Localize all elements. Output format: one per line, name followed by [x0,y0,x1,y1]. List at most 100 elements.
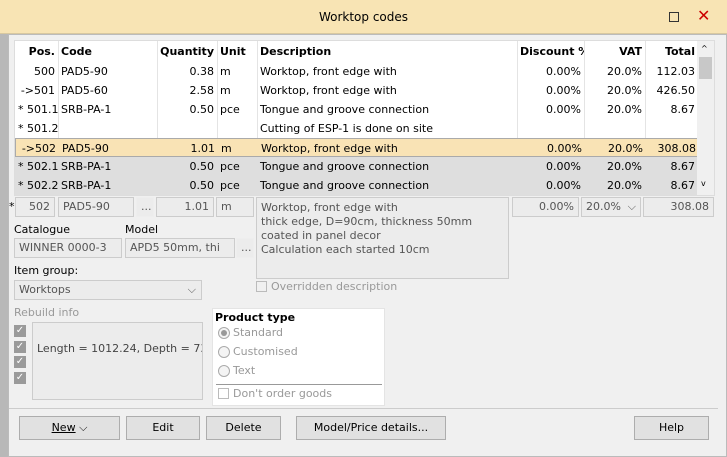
catalogue-select[interactable]: WINNER 0000-3 [14,238,122,258]
cell: PAD5-90 [61,65,108,78]
cell: 0.00% [547,142,582,155]
model-price-details-button[interactable]: Model/Price details... [296,416,446,440]
cell [217,119,257,138]
cell: Worktop, front edge with [260,65,397,78]
unit-field[interactable]: m [216,197,254,217]
cell: pce [220,160,240,173]
cell: 2.58 [189,84,215,97]
table-row[interactable]: * 502.1 SRB-PA-1 0.50 pce Tongue and groove … [15,157,698,176]
delete-button[interactable]: Delete [206,416,281,440]
window-title: Worktop codes [318,10,409,24]
vat-value: 20.0% [586,200,621,213]
catalogue-label: Catalogue [14,223,70,236]
cell [58,119,157,138]
quantity-field[interactable]: 1.01 [156,197,214,217]
dont-order-checkbox[interactable] [218,388,229,399]
button-bar [9,408,718,409]
cell: 20.0% [607,179,642,192]
rebuild-checkbox-3[interactable]: ✓ [14,356,26,368]
chevron-down-icon: ⌵ [79,421,88,434]
rebuild-label: Rebuild info [14,306,80,319]
total-field[interactable]: 308.08 [643,197,714,217]
cell: SRB-PA-1 [61,103,112,116]
cell [645,119,698,138]
cell: ->501 [20,84,55,97]
model-select[interactable]: APD5 50mm, thi [125,238,235,258]
cell: SRB-PA-1 [61,160,112,173]
table-row[interactable]: * 501.1 SRB-PA-1 0.50 pce Tongue and groove … [15,100,698,119]
discount-field[interactable]: 0.00% [512,197,579,217]
codes-grid[interactable]: Pos. Code Quantity Unit Description Discount … [14,40,715,196]
item-group-value: Worktops [19,283,71,296]
edit-button[interactable]: Edit [126,416,200,440]
help-button[interactable]: Help [634,416,709,440]
cell: * 502.2 [18,179,58,192]
rebuild-text: Length = 1012.24, Depth = 732 [37,342,203,355]
dont-order-label: Don't order goods [233,387,332,400]
overridden-label: Overridden description [271,280,398,293]
description-text: Worktop, front edge with thick edge, D=9… [261,201,473,256]
grid-scrollbar[interactable]: ^ v [697,41,714,195]
divider [216,384,382,385]
chevron-down-icon: ⌵ [627,200,636,213]
cell: Code [61,45,92,58]
cell: * 502.1 [18,160,58,173]
header-row[interactable]: Pos. Code Quantity Unit Description Discount … [15,42,698,61]
item-group-select[interactable]: Worktops ⌵ [14,280,202,300]
cell: 308.08 [657,142,697,155]
cell: * 501.1 [18,103,58,116]
customised-label: Customised [233,345,298,358]
radio-text[interactable] [218,365,230,377]
overridden-checkbox[interactable] [256,281,267,292]
cell: pce [220,179,240,192]
cell: Total [664,45,695,58]
table-row[interactable]: 500 PAD5-90 0.38 m Worktop, front edge with 0… [15,62,698,81]
cell: SRB-PA-1 [61,179,112,192]
cell: Worktop, front edge with [261,142,398,155]
rebuild-checkbox-4[interactable]: ✓ [14,372,26,384]
cell: Tongue and groove connection [260,103,430,116]
cell: Pos. [28,45,55,58]
model-lookup-button[interactable]: ... [236,238,254,258]
cell: 112.03 [656,65,696,78]
pos-field[interactable]: 502 [15,197,55,217]
catalogue-value: WINNER 0000-3 [19,241,107,254]
radio-customised[interactable] [218,346,230,358]
description-field[interactable]: Worktop, front edge with thick edge, D=9… [256,197,509,279]
cell [157,119,217,138]
cell: Cutting of ESP-1 is done on site [260,122,433,135]
rebuild-checkbox-2[interactable]: ✓ [14,341,26,353]
cell: Quantity [160,45,214,58]
table-row[interactable]: * 502.2 SRB-PA-1 0.50 pce Tongue and groove … [15,176,698,195]
left-border [0,34,8,457]
cell: 20.0% [607,103,642,116]
close-icon[interactable]: ✕ [697,6,710,25]
code-field[interactable]: PAD5-90 [58,197,134,217]
rebuild-info-box: Length = 1012.24, Depth = 732 [32,322,203,400]
cell: m [220,65,231,78]
cell: 20.0% [607,65,642,78]
cell: PAD5-60 [61,84,108,97]
cell: * 501.2 [18,122,58,135]
cell: 0.50 [189,160,215,173]
cell: Discount % [520,45,584,58]
cell: 0.00% [546,179,581,192]
cell: Description [260,45,332,58]
vat-select[interactable]: 20.0% ⌵ [581,197,641,217]
table-row[interactable]: * 501.2 Cutting of ESP-1 is done on site [15,119,698,138]
cell: 0.00% [546,84,581,97]
cell: pce [220,103,240,116]
cell: 0.50 [189,103,215,116]
table-row[interactable]: ->501 PAD5-60 2.58 m Worktop, front edge wit… [15,81,698,100]
maximize-icon[interactable] [669,12,679,22]
radio-standard[interactable] [218,327,230,339]
cell: 8.67 [670,103,696,116]
rebuild-checkbox-1[interactable]: ✓ [14,325,26,337]
table-row[interactable]: ->502 PAD5-90 1.01 m Worktop, front edge wit… [15,138,698,157]
cell: 426.50 [656,84,696,97]
cell: PAD5-90 [62,142,109,155]
code-lookup-button[interactable]: ... [136,197,154,217]
new-button[interactable]: New ⌵ [19,416,120,440]
cell: 1.01 [190,142,216,155]
cell: m [220,84,231,97]
